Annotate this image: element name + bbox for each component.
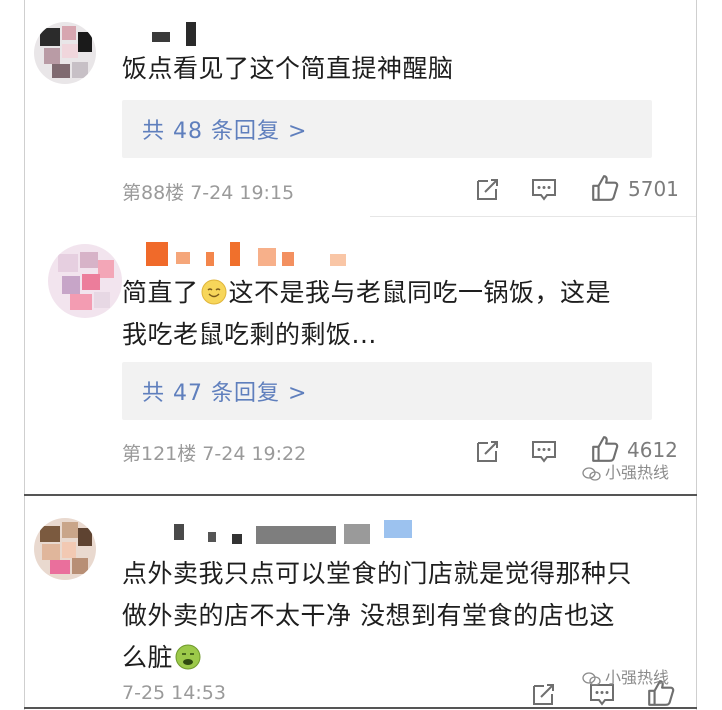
section-divider — [24, 494, 697, 496]
comment-text-line: 简直了 这不是我与老鼠同吃一锅饭，这是 — [122, 272, 702, 314]
text-segment: 简直了 — [122, 278, 199, 307]
floor-and-time: 第88楼 7-24 19:15 — [122, 182, 295, 204]
like-count: 5701 — [628, 177, 679, 201]
text-segment: 么脏 — [122, 643, 174, 672]
comment-icon[interactable] — [530, 175, 558, 203]
comment-text-line: 做外卖的店不太干净 没想到有堂食的店也这 — [122, 601, 615, 630]
comment-text-line: 我吃老鼠吃剩的剩饭... — [122, 320, 377, 349]
timestamp: 7-25 14:53 — [122, 682, 226, 704]
replies-label: 共 47 条回复 > — [142, 381, 308, 406]
thumbs-up-icon[interactable] — [590, 173, 620, 203]
comment-text-line: 饭点看见了这个简直提神醒脑 — [122, 54, 454, 83]
wechat-icon — [582, 671, 601, 686]
comment-icon[interactable] — [530, 437, 558, 465]
share-icon[interactable] — [474, 175, 502, 203]
share-icon[interactable] — [530, 680, 558, 708]
replies-link[interactable]: 共 48 条回复 > — [122, 100, 652, 158]
avatar[interactable] — [34, 518, 96, 580]
comment-text: 饭点看见了这个简直提神醒脑 — [122, 48, 702, 90]
text-segment: 这不是我与老鼠同吃一锅饭，这是 — [228, 278, 612, 307]
comment-text-line: 点外卖我只点可以堂食的门店就是觉得那种只 — [122, 559, 633, 588]
smiling-face-icon — [201, 279, 227, 305]
comment-text: 简直了 这不是我与老鼠同吃一锅饭，这是 我吃老鼠吃剩的剩饭... — [122, 272, 702, 356]
floor-and-time: 第121楼 7-24 19:22 — [122, 443, 307, 465]
comment-text: 点外卖我只点可以堂食的门店就是觉得那种只 做外卖的店不太干净 没想到有堂食的店也… — [122, 553, 702, 679]
bottom-divider — [24, 707, 697, 709]
nauseated-face-icon — [175, 644, 201, 670]
share-icon[interactable] — [474, 437, 502, 465]
replies-link[interactable]: 共 47 条回复 > — [122, 362, 652, 420]
frame-left-border — [24, 0, 25, 710]
avatar[interactable] — [48, 244, 122, 318]
watermark: 小强热线 — [582, 459, 669, 483]
replies-label: 共 48 条回复 > — [142, 119, 308, 144]
avatar[interactable] — [34, 22, 96, 84]
watermark-text: 小强热线 — [605, 668, 670, 687]
watermark: 小强热线 — [582, 664, 669, 688]
wechat-icon — [582, 466, 601, 481]
separator — [370, 216, 696, 217]
watermark-text: 小强热线 — [605, 463, 670, 482]
